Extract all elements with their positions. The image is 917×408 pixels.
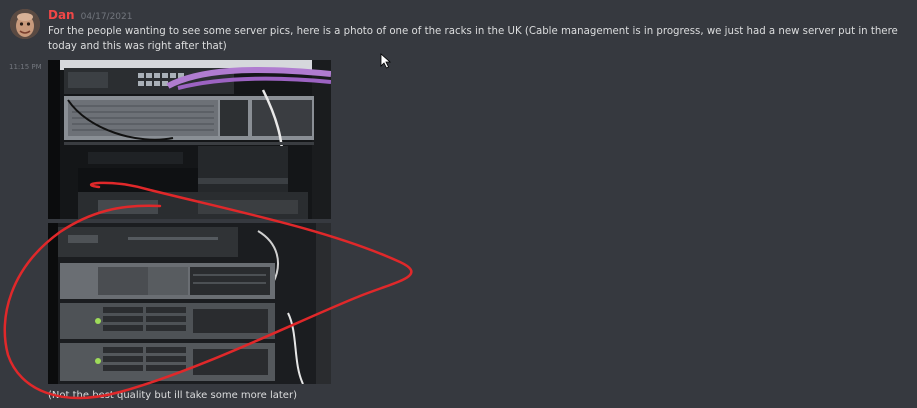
- image-caption-text: (Not the best quality but ill take some …: [48, 390, 297, 401]
- avatar[interactable]: [10, 9, 40, 39]
- server-rack-image-bottom: [48, 223, 331, 384]
- username[interactable]: Dan: [48, 8, 75, 22]
- mouse-cursor-icon: [380, 53, 392, 69]
- avatar-face-icon: [10, 9, 40, 39]
- message-text: For the people wanting to see some serve…: [48, 26, 898, 52]
- attachment-image-bottom[interactable]: [48, 223, 331, 384]
- server-rack-image-top: [48, 60, 331, 219]
- hover-timestamp: 11:15 PM: [9, 63, 42, 71]
- message-date: 04/17/2021: [80, 12, 133, 22]
- attachment-image-top[interactable]: [48, 60, 331, 219]
- chat-message: Dan 04/17/2021 For the people wanting to…: [0, 0, 917, 408]
